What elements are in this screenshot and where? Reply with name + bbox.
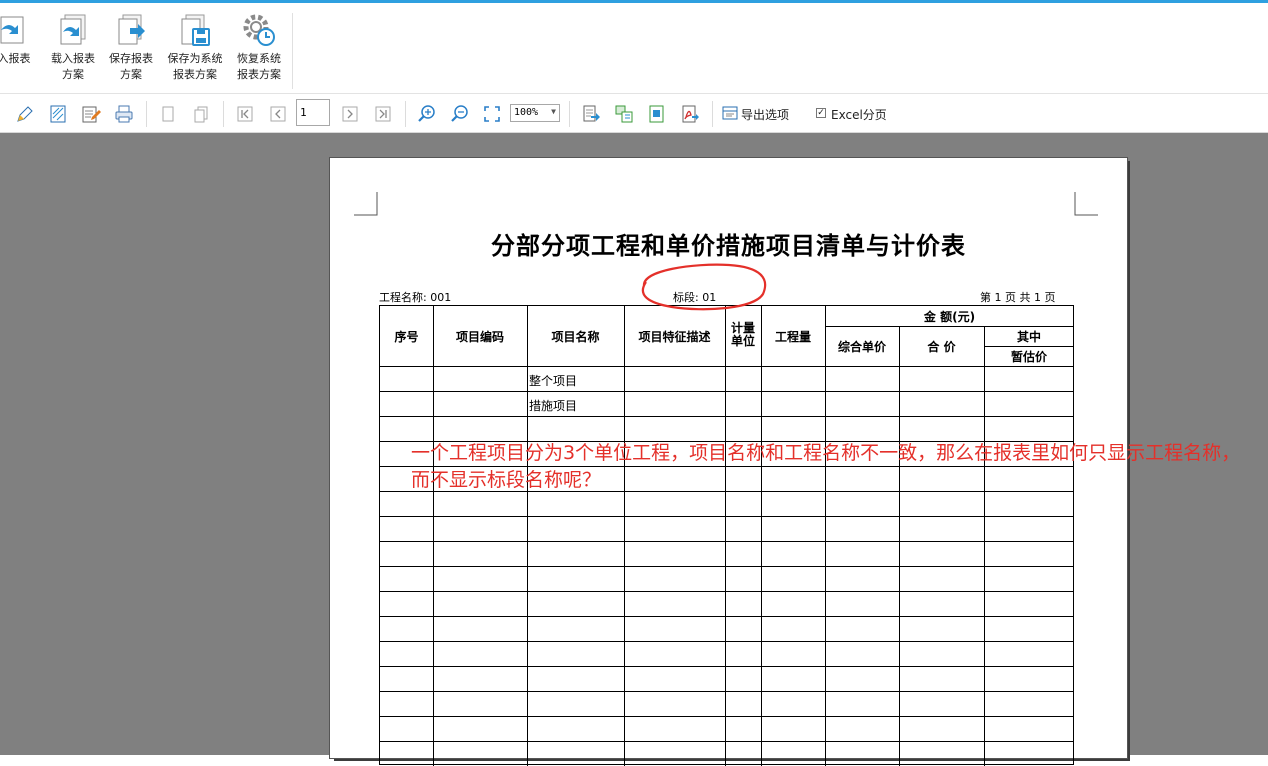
export-options-button[interactable]: 导出选项 bbox=[741, 106, 789, 123]
export-document-icon[interactable] bbox=[581, 104, 601, 124]
toolbar-separator bbox=[569, 101, 570, 127]
print-icon[interactable] bbox=[114, 104, 134, 124]
multi-page-icon[interactable] bbox=[191, 104, 211, 124]
design-pencil-icon[interactable] bbox=[15, 104, 35, 124]
header-seq: 序号 bbox=[394, 330, 419, 344]
header-unit-price: 综合单价 bbox=[837, 340, 886, 354]
save-as-system-scheme-icon bbox=[178, 13, 212, 47]
load-report-icon bbox=[0, 13, 31, 47]
row-line bbox=[380, 616, 1074, 617]
report-table: 序号 项目编码 项目名称 项目特征描述 计量 单位 工程量 金 额(元) 综合单… bbox=[379, 305, 1074, 766]
header-line bbox=[984, 346, 1074, 347]
ribbon-divider bbox=[292, 13, 293, 89]
save-as-system-scheme-label-1: 保存为系统 bbox=[167, 52, 223, 65]
excel-pagination-label: Excel分页 bbox=[831, 108, 887, 122]
load-report-scheme-label-2: 方案 bbox=[62, 68, 84, 81]
page-number-input[interactable]: 1 bbox=[296, 99, 330, 126]
col-line bbox=[899, 326, 900, 766]
col-line bbox=[433, 306, 434, 766]
header-provisional: 暂估价 bbox=[1010, 350, 1047, 364]
zoom-value: 100% bbox=[514, 107, 539, 118]
toolbar-separator bbox=[146, 101, 147, 127]
report-title: 分部分项工程和单价措施项目清单与计价表 bbox=[491, 231, 966, 260]
row-line bbox=[380, 741, 1074, 742]
header-amount: 金 额(元) bbox=[923, 310, 976, 324]
header-code: 项目编码 bbox=[455, 330, 504, 344]
toolbar-separator bbox=[405, 101, 406, 127]
restore-system-scheme-button[interactable]: 恢复系统 报表方案 bbox=[232, 13, 286, 83]
load-report-button[interactable]: 入报表 bbox=[0, 13, 42, 67]
col-line bbox=[761, 306, 762, 766]
row-line bbox=[380, 641, 1074, 642]
excel-pagination-checkbox[interactable]: ✓ bbox=[816, 108, 826, 118]
row-line bbox=[380, 716, 1074, 717]
row-line bbox=[380, 366, 1074, 367]
row-line bbox=[380, 416, 1074, 417]
edit-report-icon[interactable] bbox=[81, 104, 101, 124]
save-report-scheme-label-1: 保存报表 bbox=[109, 52, 153, 65]
load-report-label: 入报表 bbox=[0, 52, 31, 65]
restore-system-scheme-label-2: 报表方案 bbox=[237, 68, 281, 81]
first-page-icon[interactable] bbox=[235, 104, 255, 124]
restore-system-scheme-icon bbox=[242, 13, 276, 47]
save-as-system-scheme-button[interactable]: 保存为系统 报表方案 bbox=[162, 13, 228, 83]
load-report-scheme-button[interactable]: 载入报表 方案 bbox=[46, 13, 100, 83]
header-total: 合 价 bbox=[927, 340, 956, 354]
zoom-out-icon[interactable] bbox=[450, 104, 470, 124]
save-report-scheme-button[interactable]: 保存报表 方案 bbox=[104, 13, 158, 83]
row-line bbox=[380, 516, 1074, 517]
header-line bbox=[825, 326, 1074, 327]
annotation-circle bbox=[641, 263, 767, 311]
crop-mark-right bbox=[1074, 192, 1098, 216]
save-report-scheme-label-2: 方案 bbox=[120, 68, 142, 81]
restore-system-scheme-label-1: 恢复系统 bbox=[237, 52, 281, 65]
header-feature: 项目特征描述 bbox=[638, 330, 711, 344]
load-report-scheme-icon bbox=[56, 13, 90, 47]
chevron-down-icon: ▼ bbox=[551, 107, 556, 116]
previous-page-icon[interactable] bbox=[268, 104, 288, 124]
ribbon: 入报表 载入报表 方案 保存报表 方案 保存为系统 报表方案 恢复系统 报表方案 bbox=[0, 3, 1268, 94]
row-line bbox=[380, 391, 1074, 392]
zoom-select[interactable]: 100% ▼ bbox=[510, 104, 560, 122]
col-line bbox=[725, 306, 726, 766]
save-report-scheme-icon bbox=[114, 13, 148, 47]
header-unit-line2: 单位 bbox=[730, 334, 755, 348]
page-info: 第 1 页 共 1 页 bbox=[980, 291, 1056, 304]
zoom-in-icon[interactable] bbox=[417, 104, 437, 124]
row-line bbox=[380, 666, 1074, 667]
toolbar-separator bbox=[223, 101, 224, 127]
single-page-icon[interactable] bbox=[158, 104, 178, 124]
save-as-system-scheme-label-2: 报表方案 bbox=[173, 68, 217, 81]
col-line bbox=[825, 306, 826, 766]
project-name: 工程名称: 001 bbox=[379, 291, 452, 304]
last-page-icon[interactable] bbox=[373, 104, 393, 124]
export-pdf-icon[interactable] bbox=[680, 104, 700, 124]
header-quantity: 工程量 bbox=[774, 330, 811, 344]
header-name: 项目名称 bbox=[551, 330, 600, 344]
next-page-icon[interactable] bbox=[340, 104, 360, 124]
row-line bbox=[380, 566, 1074, 567]
export-image-icon[interactable] bbox=[614, 104, 634, 124]
toolbar-separator bbox=[712, 101, 713, 127]
export-options-icon[interactable] bbox=[721, 104, 741, 124]
load-report-scheme-label-1: 载入报表 bbox=[51, 52, 95, 65]
header-of-which: 其中 bbox=[1016, 330, 1041, 344]
crop-mark-left bbox=[354, 192, 378, 216]
col-line bbox=[984, 326, 985, 766]
row-line bbox=[380, 691, 1074, 692]
row-2-item-name: 措施项目 bbox=[529, 399, 578, 413]
header-unit: 计量 单位 bbox=[725, 322, 761, 348]
page-setup-icon[interactable] bbox=[48, 104, 68, 124]
annotation-question: 一个工程项目分为3个单位工程，项目名称和工程名称不一致，那么在报表里如何只显示工… bbox=[411, 442, 1241, 491]
row-line bbox=[380, 591, 1074, 592]
row-line bbox=[380, 541, 1074, 542]
row-1-item-name: 整个项目 bbox=[529, 374, 578, 388]
col-line bbox=[624, 306, 625, 766]
col-line bbox=[527, 306, 528, 766]
preview-toolbar: 1 100% ▼ 导出选项 ✓ Excel分页 bbox=[0, 95, 1268, 133]
fit-page-icon[interactable] bbox=[482, 104, 502, 124]
export-html-icon[interactable] bbox=[647, 104, 667, 124]
